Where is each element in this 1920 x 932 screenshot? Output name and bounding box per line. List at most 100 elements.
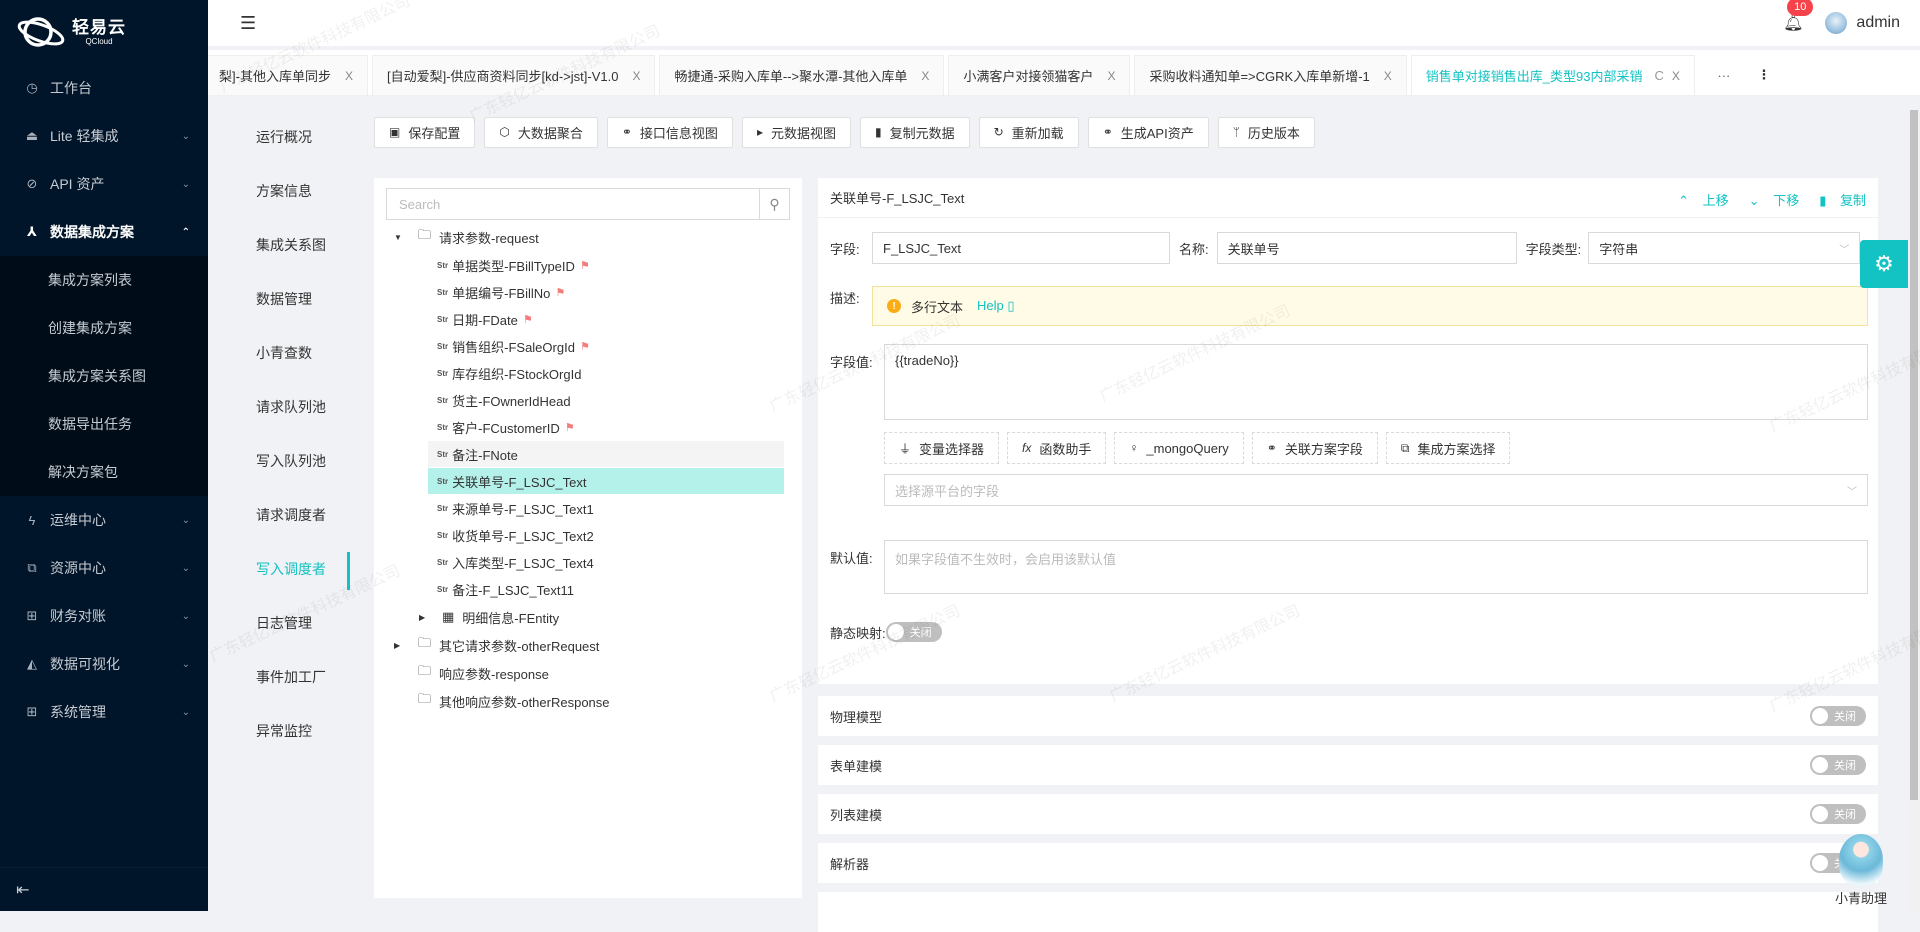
avatar[interactable]: [1825, 12, 1847, 34]
tab-other-inbound-sync[interactable]: 梨]-其他入库单同步 X: [208, 55, 368, 95]
sub-item-solution-pack[interactable]: 解决方案包: [0, 448, 208, 496]
tree-leaf[interactable]: Str备注-F_LSJC_Text11: [428, 576, 784, 602]
name-input[interactable]: 关联单号: [1217, 232, 1517, 264]
close-icon[interactable]: X: [1384, 69, 1392, 83]
field-input[interactable]: F_LSJC_Text: [872, 232, 1170, 264]
field-type-select[interactable]: 字符串 ﹀: [1588, 232, 1860, 264]
collapse-sidebar-button[interactable]: ⇤: [0, 867, 208, 911]
move-down-button[interactable]: ⌄ 下移: [1739, 190, 1800, 209]
menu-fold-icon[interactable]: ☰: [240, 13, 256, 34]
subnav-request-scheduler[interactable]: 请求调度者: [208, 488, 350, 542]
move-up-button[interactable]: ⌃ 上移: [1668, 190, 1729, 209]
sub-item-plan-list[interactable]: 集成方案列表: [0, 256, 208, 304]
tree-search-input[interactable]: [387, 189, 759, 219]
logo[interactable]: 轻易云 QCloud: [0, 0, 208, 64]
tab-supplier-sync[interactable]: [自动爱梨]-供应商资料同步[kd->jst]-V1.0 X: [372, 55, 656, 95]
plan-selector-button[interactable]: ⧉集成方案选择: [1386, 432, 1511, 464]
assistant-widget[interactable]: 小青助理: [1826, 834, 1896, 907]
subnav-data-management[interactable]: 数据管理: [208, 272, 350, 326]
function-helper-button[interactable]: fx函数助手: [1007, 432, 1106, 464]
nav-item-visualization[interactable]: ◭ 数据可视化 ⌄: [0, 640, 208, 688]
api-info-view-button[interactable]: ⚭接口信息视图: [607, 117, 733, 148]
tree-node-response[interactable]: 🗀︎ 响应参数-response: [374, 659, 802, 687]
nav-item-lite[interactable]: ⏏ Lite 轻集成 ⌄: [0, 112, 208, 160]
tree-node-other-request[interactable]: ▶ 🗀︎ 其它请求参数-otherRequest: [374, 631, 802, 659]
page-scrollbar[interactable]: [1908, 110, 1920, 911]
tab-chanjet-purchase[interactable]: 畅捷通-采购入库单-->聚水潭-其他入库单 X: [659, 55, 944, 95]
big-data-aggregate-button[interactable]: ⬡大数据聚合: [484, 117, 598, 148]
nav-item-resources[interactable]: ⧉ 资源中心 ⌄: [0, 544, 208, 592]
caret-right-icon[interactable]: ▶: [419, 613, 425, 622]
subnav-plan-info[interactable]: 方案信息: [208, 164, 350, 218]
related-plan-field-button[interactable]: ⚭关联方案字段: [1252, 432, 1378, 464]
tree-node-request[interactable]: ▼ 🗀︎ 请求参数-request: [374, 223, 802, 251]
sub-item-export-task[interactable]: 数据导出任务: [0, 400, 208, 448]
static-mapping-switch[interactable]: 关闭: [886, 622, 942, 642]
tree-leaf[interactable]: Str单据类型-FBillTypeID⚑: [428, 252, 784, 278]
copy-metadata-button[interactable]: ▮复制元数据: [860, 117, 970, 148]
tree-leaf[interactable]: Str库存组织-FStockOrgId: [428, 360, 784, 386]
subnav-event-factory[interactable]: 事件加工厂: [208, 650, 350, 704]
search-icon[interactable]: ⚲: [759, 189, 789, 219]
tree-node-entity[interactable]: ▶ ▦ 明细信息-FEntity: [374, 603, 802, 631]
source-field-select[interactable]: 选择源平台的字段 ﹀: [884, 474, 1868, 506]
sub-item-plan-graph[interactable]: 集成方案关系图: [0, 352, 208, 400]
subnav-overview[interactable]: 运行概况: [208, 110, 350, 164]
physical-model-switch[interactable]: 关闭: [1810, 706, 1866, 726]
sub-item-create-plan[interactable]: 创建集成方案: [0, 304, 208, 352]
nav-item-ops[interactable]: ϟ 运维中心 ⌄: [0, 496, 208, 544]
subnav-relation-graph[interactable]: 集成关系图: [208, 218, 350, 272]
close-icon[interactable]: X: [1672, 69, 1680, 83]
save-config-button[interactable]: ▣保存配置: [374, 117, 475, 148]
reload-button[interactable]: ↻重新加载: [979, 117, 1079, 148]
nav-item-api-assets[interactable]: ⊘ API 资产 ⌄: [0, 160, 208, 208]
field-value-textarea[interactable]: {{tradeNo}}: [884, 344, 1868, 420]
tree-node-other-response[interactable]: 🗀︎ 其他响应参数-otherResponse: [374, 687, 802, 715]
tree-leaf[interactable]: Str收货单号-F_LSJC_Text2: [428, 522, 784, 548]
nav-item-workbench[interactable]: ◷ 工作台: [0, 64, 208, 112]
generate-api-asset-button[interactable]: ⚭生成API资产: [1088, 117, 1209, 148]
subnav-write-queue[interactable]: 写入队列池: [208, 434, 350, 488]
subnav-request-queue[interactable]: 请求队列池: [208, 380, 350, 434]
username[interactable]: admin: [1856, 14, 1900, 32]
subnav-xiaoqing-query[interactable]: 小青查数: [208, 326, 350, 380]
default-value-textarea[interactable]: 如果字段值不生效时，会启用该默认值: [884, 540, 1868, 594]
nav-item-system[interactable]: ⊞ 系统管理 ⌄: [0, 688, 208, 736]
tab-xiaoman-customer[interactable]: 小满客户对接领猫客户 X: [948, 55, 1130, 95]
help-link[interactable]: Help ▯: [977, 298, 1015, 314]
subnav-log-management[interactable]: 日志管理: [208, 596, 350, 650]
metadata-view-button[interactable]: ▸元数据视图: [742, 117, 851, 148]
caret-right-icon[interactable]: ▶: [394, 641, 400, 650]
history-version-button[interactable]: ᛘ历史版本: [1218, 117, 1315, 148]
close-icon[interactable]: X: [1107, 69, 1115, 83]
tree-leaf[interactable]: Str客户-FCustomerID⚑: [428, 414, 784, 440]
tree-leaf[interactable]: Str销售组织-FSaleOrgId⚑: [428, 333, 784, 359]
close-icon[interactable]: X: [632, 69, 640, 83]
tab-purchase-receipt[interactable]: 采购收料通知单=>CGRK入库单新增-1 X: [1134, 55, 1406, 95]
tab-sales-outbound[interactable]: 销售单对接销售出库_类型93内部采销 C X: [1411, 55, 1695, 95]
scrollbar-thumb[interactable]: [1910, 110, 1918, 800]
close-icon[interactable]: X: [345, 69, 353, 83]
tree-leaf[interactable]: Str来源单号-F_LSJC_Text1: [428, 495, 784, 521]
copy-button[interactable]: ▮ 复制: [1809, 190, 1866, 209]
tabs-more-button[interactable]: ···: [1699, 55, 1749, 95]
tree-leaf[interactable]: Str货主-FOwnerIdHead: [428, 387, 784, 413]
nav-item-integration[interactable]: ⅄ 数据集成方案 ⌃: [0, 208, 208, 256]
notification-button[interactable]: 🔔︎ 10: [1783, 13, 1803, 33]
tree-leaf-selected[interactable]: Str关联单号-F_LSJC_Text: [428, 468, 784, 494]
nav-item-finance[interactable]: ⊞ 财务对账 ⌄: [0, 592, 208, 640]
close-icon[interactable]: X: [921, 69, 929, 83]
variable-selector-button[interactable]: ⏚变量选择器: [884, 432, 999, 464]
tree-leaf[interactable]: Str单据编号-FBillNo⚑: [428, 279, 784, 305]
tree-leaf[interactable]: Str日期-FDate⚑: [428, 306, 784, 332]
list-modeling-switch[interactable]: 关闭: [1810, 804, 1866, 824]
tree-leaf[interactable]: Str备注-FNote: [428, 441, 784, 467]
subnav-exception-monitor[interactable]: 异常监控: [208, 704, 350, 758]
settings-drawer-button[interactable]: ⚙: [1860, 240, 1908, 288]
subnav-write-scheduler[interactable]: 写入调度者: [208, 542, 350, 596]
caret-down-icon[interactable]: ▼: [394, 233, 402, 242]
tabs-menu-button[interactable]: ⋮: [1749, 55, 1779, 95]
mongo-query-button[interactable]: ♀_mongoQuery: [1114, 432, 1243, 464]
reload-icon[interactable]: C: [1654, 68, 1663, 83]
form-modeling-switch[interactable]: 关闭: [1810, 755, 1866, 775]
